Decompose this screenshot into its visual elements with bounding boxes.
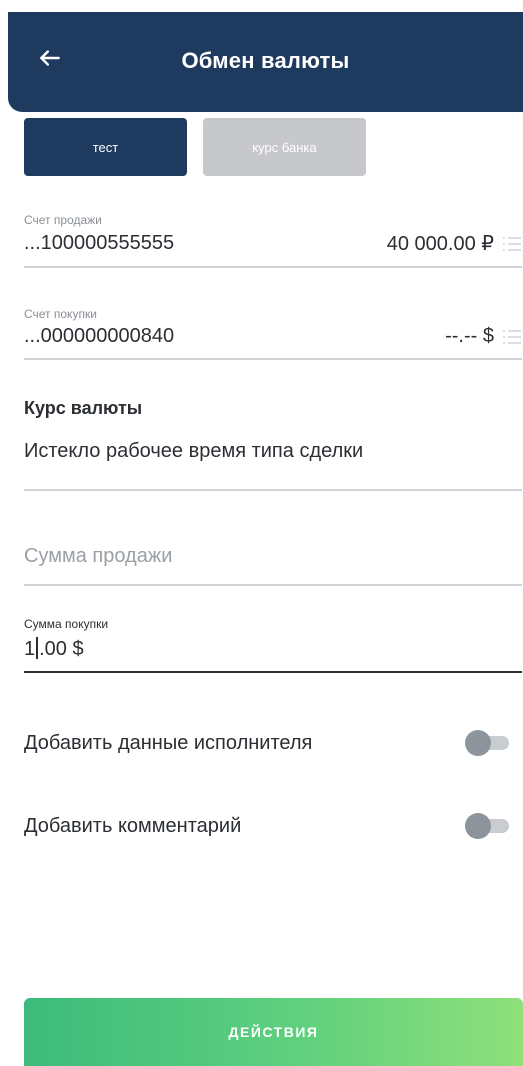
currency-exchange-screen: Обмен валюты тест курс банка Счет продаж… bbox=[0, 0, 523, 1066]
rate-divider bbox=[24, 489, 522, 491]
tab-test[interactable]: тест bbox=[24, 118, 187, 176]
buy-account-balance: --.-- $ bbox=[445, 325, 494, 347]
executor-toggle[interactable] bbox=[465, 730, 509, 756]
sell-account-label: Счет продажи bbox=[24, 213, 102, 227]
text-caret bbox=[36, 637, 39, 659]
rate-title: Курс валюты bbox=[24, 398, 143, 418]
buy-account-field[interactable]: Счет покупки ...000000000840 --.-- $ bbox=[24, 307, 522, 360]
buy-account-number: ...000000000840 bbox=[24, 325, 175, 347]
sell-amount-divider bbox=[24, 584, 522, 586]
comment-toggle-label: Добавить комментарий bbox=[24, 814, 242, 837]
page-title: Обмен валюты bbox=[181, 48, 350, 73]
buy-amount-value-end: .00 $ bbox=[39, 638, 84, 660]
buy-account-label: Счет покупки bbox=[24, 307, 97, 321]
toggle-row-executor: Добавить данные исполнителя bbox=[24, 730, 509, 756]
toggle-knob bbox=[465, 730, 491, 756]
buy-account-divider bbox=[24, 358, 522, 360]
sell-account-number: ...100000555555 bbox=[24, 232, 175, 254]
list-icon[interactable] bbox=[502, 235, 522, 253]
sell-account-divider bbox=[24, 266, 522, 268]
toggle-knob bbox=[465, 813, 491, 839]
rate-value: Истекло рабочее время типа сделки bbox=[24, 440, 364, 462]
toggle-row-comment: Добавить комментарий bbox=[24, 813, 509, 839]
buy-amount-input[interactable]: Сумма покупки 1.00 $ bbox=[24, 617, 522, 673]
buy-amount-divider bbox=[24, 671, 522, 673]
sell-account-balance: 40 000.00 ₽ bbox=[386, 233, 494, 255]
status-strip bbox=[0, 0, 523, 12]
tabs: тест курс банка bbox=[24, 118, 366, 176]
sell-account-field[interactable]: Счет продажи ...100000555555 40 000.00 ₽ bbox=[24, 213, 522, 268]
sell-amount-placeholder: Сумма продажи bbox=[24, 545, 173, 567]
comment-toggle[interactable] bbox=[465, 813, 509, 839]
app-header: Обмен валюты bbox=[8, 12, 523, 112]
buy-amount-value-start: 1 bbox=[24, 638, 36, 660]
tab-bank-rate[interactable]: курс банка bbox=[203, 118, 366, 176]
list-icon[interactable] bbox=[502, 328, 522, 346]
executor-toggle-label: Добавить данные исполнителя bbox=[24, 731, 313, 754]
sell-amount-input[interactable]: Сумма продажи bbox=[24, 545, 522, 586]
buy-amount-label: Сумма покупки bbox=[24, 617, 109, 631]
actions-button[interactable]: ДЕЙСТВИЯ bbox=[24, 998, 523, 1066]
